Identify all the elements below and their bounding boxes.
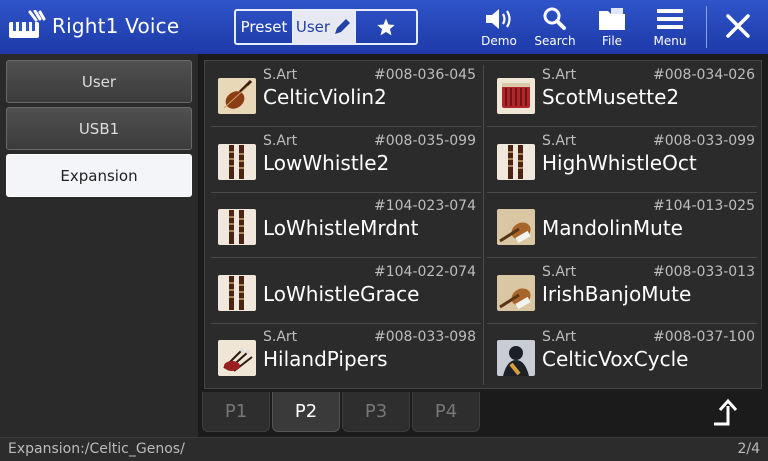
voice-tag: S.Art (542, 67, 577, 83)
voice-number: #008-037-100 (653, 329, 755, 345)
menu-button[interactable]: Menu (648, 6, 692, 52)
voice-name: IrishBanjoMute (542, 281, 692, 306)
voice-item-celticvoxcycle[interactable]: S.Art #008-037-100 CelticVoxCycle (484, 323, 763, 389)
voice-item-lowhistlegrace[interactable]: #104-022-074 LoWhistleGrace (205, 258, 484, 324)
sidebar-item-usb1[interactable]: USB1 (6, 107, 192, 150)
voice-list: S.Art #008-036-045 CelticViolin2 S.Art #… (204, 60, 762, 389)
keyboard-hand-icon (9, 10, 46, 38)
voice-number: #104-022-074 (374, 263, 476, 280)
page-indicator: 2/4 (737, 441, 760, 457)
voice-number: #104-013-025 (653, 198, 755, 214)
voice-name: CelticVoxCycle (542, 347, 689, 371)
voice-item-highwhistleoct[interactable]: S.Art #008-033-099 HighWhistleOct (484, 127, 763, 193)
voice-number: #008-033-099 (653, 132, 755, 149)
whistle-icon (218, 209, 256, 245)
voice-name: LoWhistleMrdnt (263, 216, 419, 240)
violin-icon (218, 78, 256, 114)
sidebar: User USB1 Expansion (0, 54, 198, 437)
sidebar-item-expansion[interactable]: Expansion (6, 154, 192, 197)
voice-tag: S.Art (542, 132, 577, 149)
sidebar-item-user[interactable]: User (6, 60, 192, 103)
demo-button[interactable]: Demo (478, 6, 520, 52)
current-path: Expansion:/Celtic_Genos/ (8, 441, 185, 457)
mandolin-icon (497, 209, 535, 245)
folder-up-icon[interactable] (710, 398, 740, 426)
status-bar: Expansion:/Celtic_Genos/ 2/4 (0, 437, 768, 461)
page-tab-p1[interactable]: P1 (202, 392, 270, 432)
page-tab-p2[interactable]: P2 (272, 392, 340, 432)
search-button[interactable]: Search (532, 6, 578, 52)
voice-item-hilandpipers[interactable]: S.Art #008-033-098 HilandPipers (205, 323, 484, 389)
header-divider (706, 6, 707, 48)
voice-number: #008-035-099 (374, 132, 476, 149)
voice-name: CelticViolin2 (263, 85, 387, 109)
voice-name: LoWhistleGrace (263, 281, 420, 306)
voice-tag: S.Art (542, 329, 577, 345)
tab-favorite[interactable] (356, 11, 416, 43)
voice-item-lowhistlemrdnt[interactable]: #104-023-074 LoWhistleMrdnt (205, 192, 484, 258)
page-title: Right1 Voice (52, 14, 180, 38)
close-icon[interactable] (720, 8, 756, 44)
voice-number: #008-033-098 (374, 329, 476, 345)
tab-preset[interactable]: Preset (236, 11, 294, 43)
menu-label: Menu (653, 34, 687, 48)
voice-tag: S.Art (263, 132, 298, 149)
voice-tag: S.Art (263, 67, 298, 83)
page-tab-p3[interactable]: P3 (342, 392, 410, 432)
search-label: Search (534, 34, 576, 48)
voice-category-selector: Preset User (234, 9, 418, 45)
menu-icon (657, 9, 683, 29)
header-bar: Right1 Voice Preset User Demo Search Fil… (0, 0, 768, 54)
voice-item-mandolinmute[interactable]: #104-013-025 MandolinMute (484, 192, 763, 258)
demo-label: Demo (481, 34, 517, 48)
voice-number: #008-034-026 (653, 67, 755, 83)
accordion-icon (497, 78, 535, 114)
tab-user-label: User (295, 18, 331, 36)
voice-name: HighWhistleOct (542, 150, 697, 175)
voice-item-scotmusette2[interactable]: S.Art #008-034-026 ScotMusette2 (484, 61, 763, 127)
search-icon (543, 7, 566, 30)
voice-number: #008-036-045 (374, 67, 476, 83)
voice-name: MandolinMute (542, 216, 683, 240)
whistle-icon (218, 274, 256, 311)
whistle-icon (218, 143, 256, 180)
voice-tag: S.Art (542, 263, 577, 280)
voice-number: #008-033-013 (653, 263, 755, 280)
voice-tag: S.Art (263, 329, 298, 345)
voice-name: ScotMusette2 (542, 85, 680, 109)
file-label: File (601, 34, 623, 48)
bagpipe-icon (218, 340, 256, 376)
whistle-icon (497, 143, 535, 180)
voice-item-irishbanjomute[interactable]: S.Art #008-033-013 IrishBanjoMute (484, 258, 763, 324)
voice-icon (497, 340, 535, 376)
pencil-icon (335, 19, 351, 34)
file-button[interactable]: File (592, 6, 632, 52)
folder-icon (599, 8, 625, 30)
voice-item-celticviolin2[interactable]: S.Art #008-036-045 CelticViolin2 (205, 61, 484, 127)
voice-name: LowWhistle2 (263, 150, 390, 175)
voice-number: #104-023-074 (374, 198, 476, 214)
voice-browser: S.Art #008-036-045 CelticViolin2 S.Art #… (198, 54, 768, 437)
voice-item-lowwhistle2[interactable]: S.Art #008-035-099 LowWhistle2 (205, 127, 484, 193)
banjo-icon (497, 274, 535, 311)
star-icon (377, 18, 395, 36)
page-tab-p4[interactable]: P4 (412, 392, 480, 432)
voice-name: HilandPipers (263, 347, 388, 371)
speaker-icon (486, 9, 511, 29)
tab-user[interactable]: User (294, 11, 356, 43)
